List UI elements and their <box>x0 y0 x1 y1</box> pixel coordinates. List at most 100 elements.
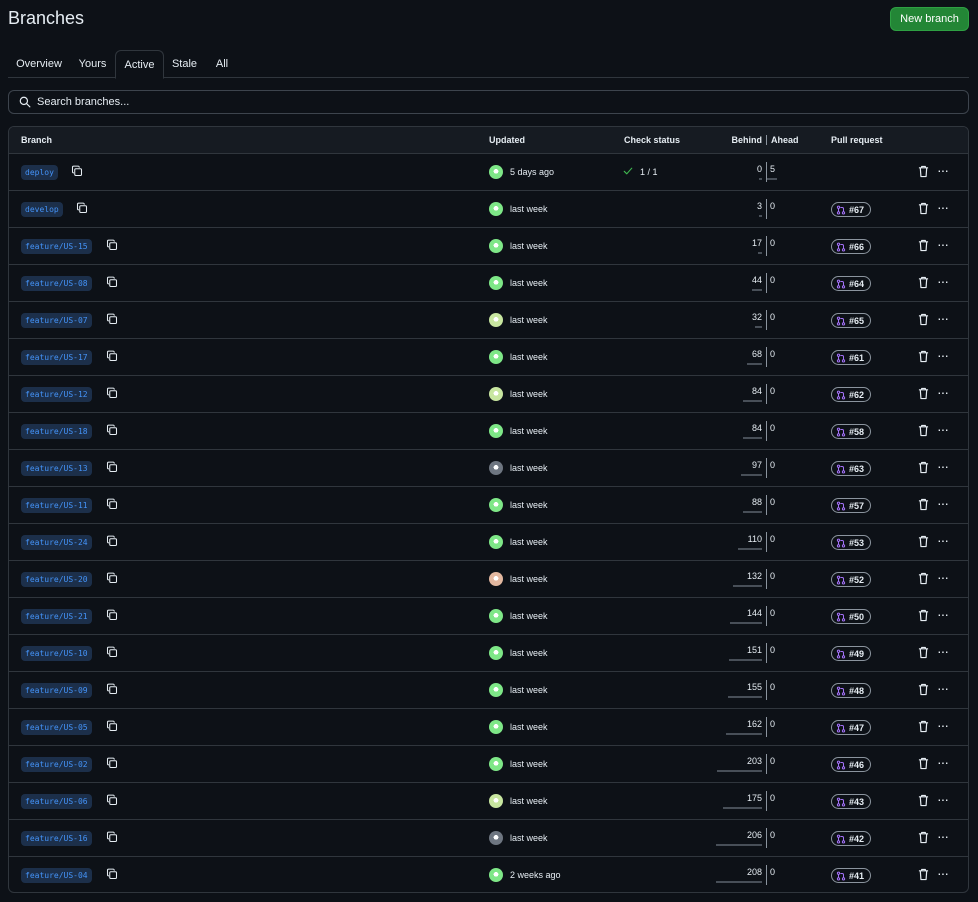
tab-overview[interactable]: Overview <box>10 50 68 78</box>
branch-name[interactable]: feature/US-18 <box>21 424 92 439</box>
check-status[interactable]: 1 / 1 <box>623 166 658 178</box>
trash-icon[interactable] <box>918 424 930 438</box>
trash-icon[interactable] <box>918 572 930 586</box>
trash-icon[interactable] <box>918 313 930 327</box>
trash-icon[interactable] <box>918 202 930 216</box>
copy-icon[interactable] <box>106 239 120 253</box>
branch-name[interactable]: feature/US-12 <box>21 387 92 402</box>
branch-name[interactable]: feature/US-15 <box>21 239 92 254</box>
trash-icon[interactable] <box>918 276 930 290</box>
kebab-horizontal-icon[interactable]: ··· <box>937 459 951 475</box>
copy-icon[interactable] <box>106 387 120 401</box>
pull-request-link[interactable]: #50 <box>831 609 872 624</box>
kebab-horizontal-icon[interactable]: ··· <box>937 496 951 512</box>
kebab-horizontal-icon[interactable]: ··· <box>937 829 951 845</box>
kebab-horizontal-icon[interactable]: ··· <box>937 311 951 327</box>
kebab-horizontal-icon[interactable]: ··· <box>937 348 951 364</box>
pull-request-link[interactable]: #67 <box>831 202 872 217</box>
branch-name[interactable]: deploy <box>21 165 58 180</box>
copy-icon[interactable] <box>106 868 120 882</box>
new-branch-button[interactable]: New branch <box>890 7 969 31</box>
branch-name[interactable]: feature/US-05 <box>21 720 92 735</box>
trash-icon[interactable] <box>918 794 930 808</box>
kebab-horizontal-icon[interactable]: ··· <box>937 163 951 179</box>
copy-icon[interactable] <box>106 757 120 771</box>
kebab-horizontal-icon[interactable]: ··· <box>937 681 951 697</box>
pull-request-link[interactable]: #64 <box>831 276 872 291</box>
kebab-horizontal-icon[interactable]: ··· <box>937 570 951 586</box>
kebab-horizontal-icon[interactable]: ··· <box>937 422 951 438</box>
trash-icon[interactable] <box>918 461 930 475</box>
pull-request-link[interactable]: #48 <box>831 683 872 698</box>
pull-request-link[interactable]: #61 <box>831 350 872 365</box>
pull-request-link[interactable]: #42 <box>831 831 872 846</box>
tab-active[interactable]: Active <box>115 50 164 79</box>
copy-icon[interactable] <box>106 831 120 845</box>
branch-name[interactable]: feature/US-06 <box>21 794 92 809</box>
trash-icon[interactable] <box>918 239 930 253</box>
branch-name[interactable]: feature/US-07 <box>21 313 92 328</box>
branch-name[interactable]: feature/US-02 <box>21 757 92 772</box>
tab-stale[interactable]: Stale <box>166 50 203 78</box>
kebab-horizontal-icon[interactable]: ··· <box>937 607 951 623</box>
copy-icon[interactable] <box>106 535 120 549</box>
branch-name[interactable]: feature/US-16 <box>21 831 92 846</box>
kebab-horizontal-icon[interactable]: ··· <box>937 718 951 734</box>
tab-all[interactable]: All <box>205 50 239 78</box>
kebab-horizontal-icon[interactable]: ··· <box>937 644 951 660</box>
pull-request-link[interactable]: #57 <box>831 498 872 513</box>
kebab-horizontal-icon[interactable]: ··· <box>937 533 951 549</box>
trash-icon[interactable] <box>918 720 930 734</box>
search-input[interactable]: Search branches... <box>8 90 969 114</box>
branch-name[interactable]: feature/US-08 <box>21 276 92 291</box>
pull-request-link[interactable]: #52 <box>831 572 872 587</box>
kebab-horizontal-icon[interactable]: ··· <box>937 200 951 216</box>
kebab-horizontal-icon[interactable]: ··· <box>937 237 951 253</box>
copy-icon[interactable] <box>71 165 85 179</box>
trash-icon[interactable] <box>918 609 930 623</box>
branch-name[interactable]: feature/US-20 <box>21 572 92 587</box>
pull-request-link[interactable]: #53 <box>831 535 872 550</box>
pull-request-link[interactable]: #66 <box>831 239 872 254</box>
trash-icon[interactable] <box>918 387 930 401</box>
copy-icon[interactable] <box>106 276 120 290</box>
copy-icon[interactable] <box>106 350 120 364</box>
branch-name[interactable]: feature/US-10 <box>21 646 92 661</box>
trash-icon[interactable] <box>918 831 930 845</box>
copy-icon[interactable] <box>106 720 120 734</box>
pull-request-link[interactable]: #49 <box>831 646 872 661</box>
copy-icon[interactable] <box>106 794 120 808</box>
branch-name[interactable]: feature/US-17 <box>21 350 92 365</box>
trash-icon[interactable] <box>918 757 930 771</box>
trash-icon[interactable] <box>918 498 930 512</box>
branch-name[interactable]: feature/US-09 <box>21 683 92 698</box>
copy-icon[interactable] <box>106 424 120 438</box>
branch-name[interactable]: feature/US-21 <box>21 609 92 624</box>
pull-request-link[interactable]: #47 <box>831 720 872 735</box>
copy-icon[interactable] <box>106 313 120 327</box>
copy-icon[interactable] <box>106 498 120 512</box>
pull-request-link[interactable]: #62 <box>831 387 872 402</box>
pull-request-link[interactable]: #63 <box>831 461 872 476</box>
branch-name[interactable]: feature/US-13 <box>21 461 92 476</box>
trash-icon[interactable] <box>918 535 930 549</box>
branch-name[interactable]: feature/US-24 <box>21 535 92 550</box>
copy-icon[interactable] <box>106 572 120 586</box>
branch-name[interactable]: feature/US-04 <box>21 868 92 883</box>
pull-request-link[interactable]: #58 <box>831 424 872 439</box>
trash-icon[interactable] <box>918 165 930 179</box>
kebab-horizontal-icon[interactable]: ··· <box>937 755 951 771</box>
trash-icon[interactable] <box>918 683 930 697</box>
pull-request-link[interactable]: #46 <box>831 757 872 772</box>
kebab-horizontal-icon[interactable]: ··· <box>937 385 951 401</box>
kebab-horizontal-icon[interactable]: ··· <box>937 274 951 290</box>
trash-icon[interactable] <box>918 350 930 364</box>
pull-request-link[interactable]: #43 <box>831 794 872 809</box>
branch-name[interactable]: develop <box>21 202 63 217</box>
trash-icon[interactable] <box>918 868 930 882</box>
pull-request-link[interactable]: #65 <box>831 313 872 328</box>
kebab-horizontal-icon[interactable]: ··· <box>937 866 951 882</box>
kebab-horizontal-icon[interactable]: ··· <box>937 792 951 808</box>
copy-icon[interactable] <box>106 461 120 475</box>
copy-icon[interactable] <box>106 609 120 623</box>
